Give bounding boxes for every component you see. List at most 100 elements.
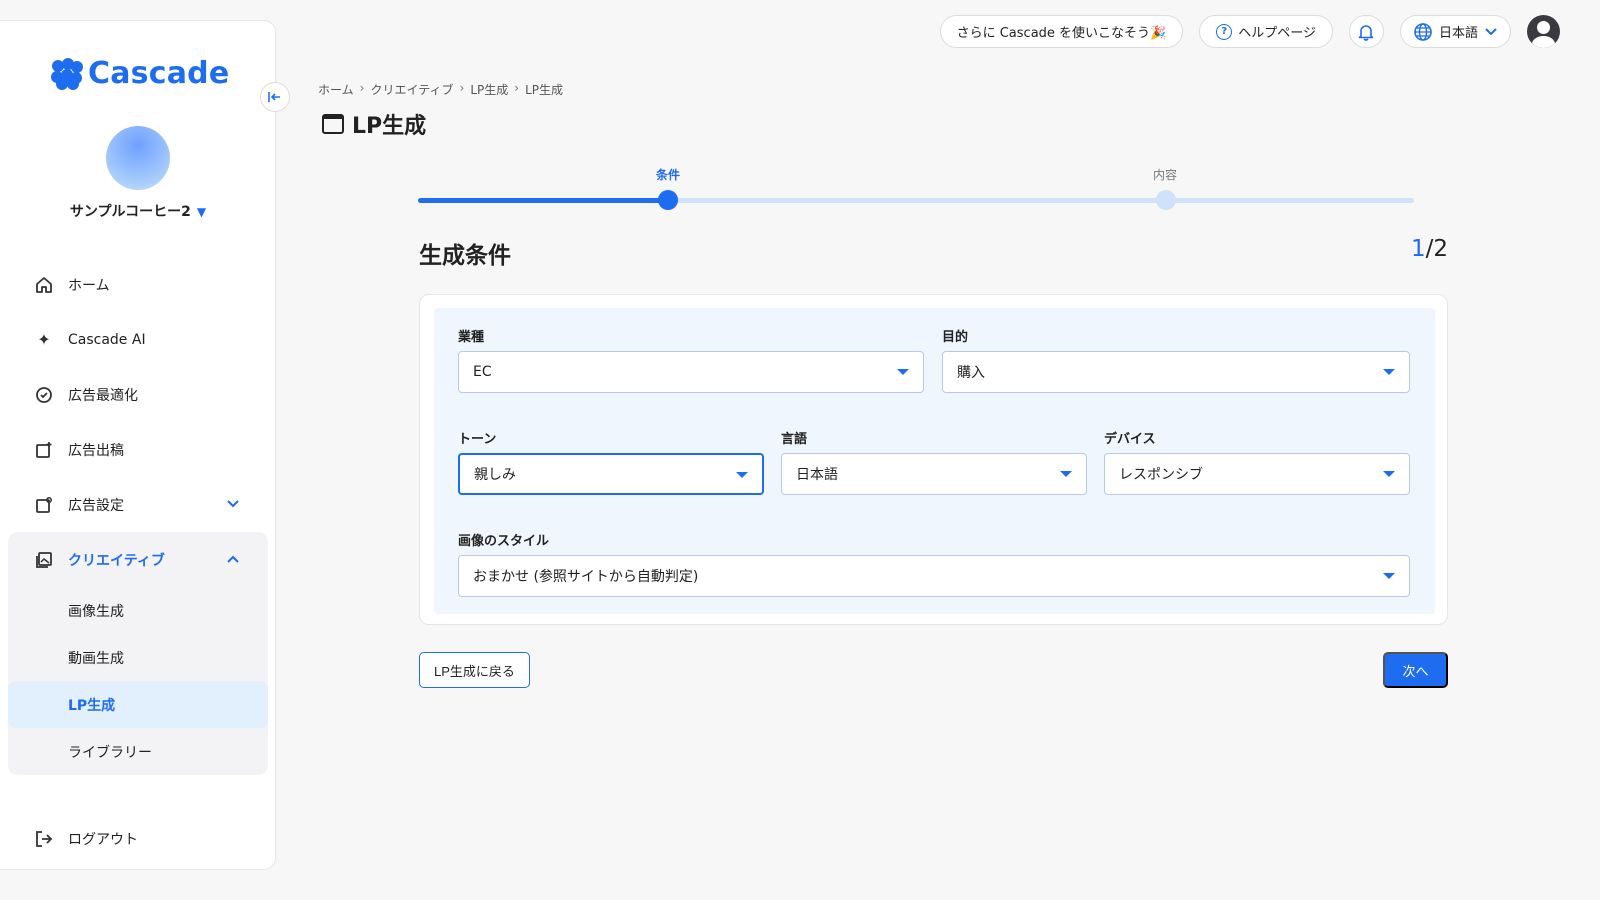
tone-value: 親しみ xyxy=(474,467,516,483)
chevron-right-icon: › xyxy=(359,81,365,95)
language-field: 言語 日本語 xyxy=(781,428,1087,495)
image-settings-icon xyxy=(34,495,54,515)
logout-area: ログアウト xyxy=(8,811,268,866)
language-label: 日本語 xyxy=(1438,26,1478,41)
next-button[interactable]: 次へ xyxy=(1383,652,1448,688)
language-field-label: 言語 xyxy=(781,432,808,447)
promo-button[interactable]: さらに Cascade を使いこなそう🎉 xyxy=(939,15,1184,48)
industry-field: 業種 EC xyxy=(458,326,924,393)
breadcrumb-item[interactable]: LP生成 xyxy=(470,81,508,98)
tone-select[interactable]: 親しみ xyxy=(458,453,764,495)
caret-down-icon xyxy=(1383,369,1395,375)
image-style-select[interactable]: おまかせ (参照サイトから自動判定) xyxy=(458,555,1410,597)
purpose-field: 目的 購入 xyxy=(942,326,1410,393)
sidebar-item-ad-settings[interactable]: 広告設定 xyxy=(8,477,268,532)
help-button[interactable]: ? ヘルプページ xyxy=(1199,15,1333,48)
tone-label: トーン xyxy=(458,432,497,447)
refresh-check-icon xyxy=(34,385,54,405)
sidebar-item-ad-placement[interactable]: 広告出稿 xyxy=(8,422,268,477)
sidebar-subitem-label: 動画生成 xyxy=(68,650,124,667)
image-style-label: 画像のスタイル xyxy=(458,534,550,549)
sidebar-nav: ホーム ✦ Cascade AI 広告最適化 広告出稿 広告設定 クリエイティブ… xyxy=(8,257,268,775)
sidebar-item-label: 広告出稿 xyxy=(68,442,124,459)
notification-button[interactable] xyxy=(1348,15,1384,48)
caret-down-icon xyxy=(1060,471,1072,477)
back-to-lp-button[interactable]: LP生成に戻る xyxy=(419,652,530,688)
sidebar-subitem-video-generation[interactable]: 動画生成 xyxy=(8,634,268,681)
caret-down-icon xyxy=(736,472,748,478)
sparkle-icon: ✦ xyxy=(37,330,51,349)
step-current: 1 xyxy=(1410,236,1426,262)
step-total: /2 xyxy=(1425,236,1448,262)
breadcrumb: ホーム › クリエイティブ › LP生成 › LP生成 xyxy=(318,81,563,98)
account-switcher[interactable]: サンプルコーヒー2 ▼ xyxy=(0,201,276,221)
conditions-card: 業種 EC 目的 購入 トーン 親しみ 言語 日本語 デバイス レスポンシブ 画… xyxy=(419,294,1448,625)
purpose-value: 購入 xyxy=(957,365,985,381)
user-avatar[interactable] xyxy=(1527,15,1560,48)
sidebar-item-label: Cascade AI xyxy=(68,331,146,348)
sidebar-item-label: 広告最適化 xyxy=(68,387,138,404)
language-value: 日本語 xyxy=(796,467,838,483)
chevron-down-icon xyxy=(1485,27,1497,35)
caret-down-icon xyxy=(897,369,909,375)
page-title: LP生成 xyxy=(322,108,426,140)
sidebar-item-cascade-ai[interactable]: ✦ Cascade AI xyxy=(8,312,268,367)
device-value: レスポンシブ xyxy=(1119,467,1203,483)
logo-text: Cascade xyxy=(88,56,230,91)
step-dot-conditions[interactable] xyxy=(658,190,678,210)
industry-label: 業種 xyxy=(458,330,485,345)
image-style-field: 画像のスタイル おまかせ (参照サイトから自動判定) xyxy=(458,530,1410,597)
page-title-text: LP生成 xyxy=(352,114,427,139)
sidebar-subitem-label: LP生成 xyxy=(68,697,116,714)
window-icon xyxy=(322,114,344,134)
sidebar-subitem-lp-generation[interactable]: LP生成 xyxy=(8,681,268,728)
sidebar-item-ad-optimization[interactable]: 広告最適化 xyxy=(8,367,268,422)
logo[interactable]: Cascade xyxy=(50,56,229,91)
sidebar-subitem-image-generation[interactable]: 画像生成 xyxy=(8,587,268,634)
logout-button[interactable]: ログアウト xyxy=(8,811,268,866)
home-icon xyxy=(34,275,54,295)
section-title: 生成条件 xyxy=(419,243,511,269)
device-label: デバイス xyxy=(1104,432,1156,447)
sidebar: Cascade サンプルコーヒー2 ▼ ホーム ✦ Cascade AI 広告最適… xyxy=(0,20,276,870)
creative-group: クリエイティブ 画像生成 動画生成 LP生成 ライブラリー xyxy=(8,532,268,775)
promo-label: さらに Cascade を使いこなそう🎉 xyxy=(956,26,1167,41)
sidebar-subitem-label: ライブラリー xyxy=(68,744,152,761)
cascade-logo-icon xyxy=(50,57,83,90)
sidebar-item-label: 広告設定 xyxy=(68,497,124,514)
step-counter: 1/2 xyxy=(1411,236,1448,262)
account-name: サンプルコーヒー2 xyxy=(69,204,191,220)
step-dot-content[interactable] xyxy=(1156,190,1176,210)
sidebar-subitem-library[interactable]: ライブラリー xyxy=(8,728,268,775)
conditions-form: 業種 EC 目的 購入 トーン 親しみ 言語 日本語 デバイス レスポンシブ 画… xyxy=(434,308,1435,614)
chevron-down-icon xyxy=(226,497,240,513)
chevron-down-icon: ▼ xyxy=(196,205,207,219)
caret-down-icon xyxy=(1383,471,1395,477)
chevron-up-icon xyxy=(226,552,240,568)
tone-field: トーン 親しみ xyxy=(458,428,764,495)
top-bar: さらに Cascade を使いこなそう🎉 ? ヘルプページ 日本語 xyxy=(939,15,1560,48)
caret-down-icon xyxy=(1383,573,1395,579)
stepper-progress xyxy=(418,198,668,203)
purpose-select[interactable]: 購入 xyxy=(942,351,1410,393)
breadcrumb-item[interactable]: ホーム xyxy=(318,81,354,98)
collapse-sidebar-button[interactable] xyxy=(260,82,290,112)
device-select[interactable]: レスポンシブ xyxy=(1104,453,1410,495)
purpose-label: 目的 xyxy=(942,330,969,345)
language-selector[interactable]: 日本語 xyxy=(1399,15,1511,48)
gallery-icon xyxy=(34,550,54,570)
help-icon: ? xyxy=(1216,23,1233,40)
logout-label: ログアウト xyxy=(68,831,138,848)
sidebar-item-label: クリエイティブ xyxy=(68,552,165,569)
sidebar-item-creative[interactable]: クリエイティブ xyxy=(8,532,268,587)
device-field: デバイス レスポンシブ xyxy=(1104,428,1410,495)
sidebar-item-home[interactable]: ホーム xyxy=(8,257,268,312)
image-style-value: おまかせ (参照サイトから自動判定) xyxy=(473,569,699,585)
language-select[interactable]: 日本語 xyxy=(781,453,1087,495)
chevron-right-icon: › xyxy=(514,81,520,95)
bell-icon xyxy=(1359,24,1374,41)
industry-select[interactable]: EC xyxy=(458,351,924,393)
sidebar-subitem-label: 画像生成 xyxy=(68,603,124,620)
step-label-content: 内容 xyxy=(1153,168,1178,182)
breadcrumb-item[interactable]: クリエイティブ xyxy=(370,81,453,98)
